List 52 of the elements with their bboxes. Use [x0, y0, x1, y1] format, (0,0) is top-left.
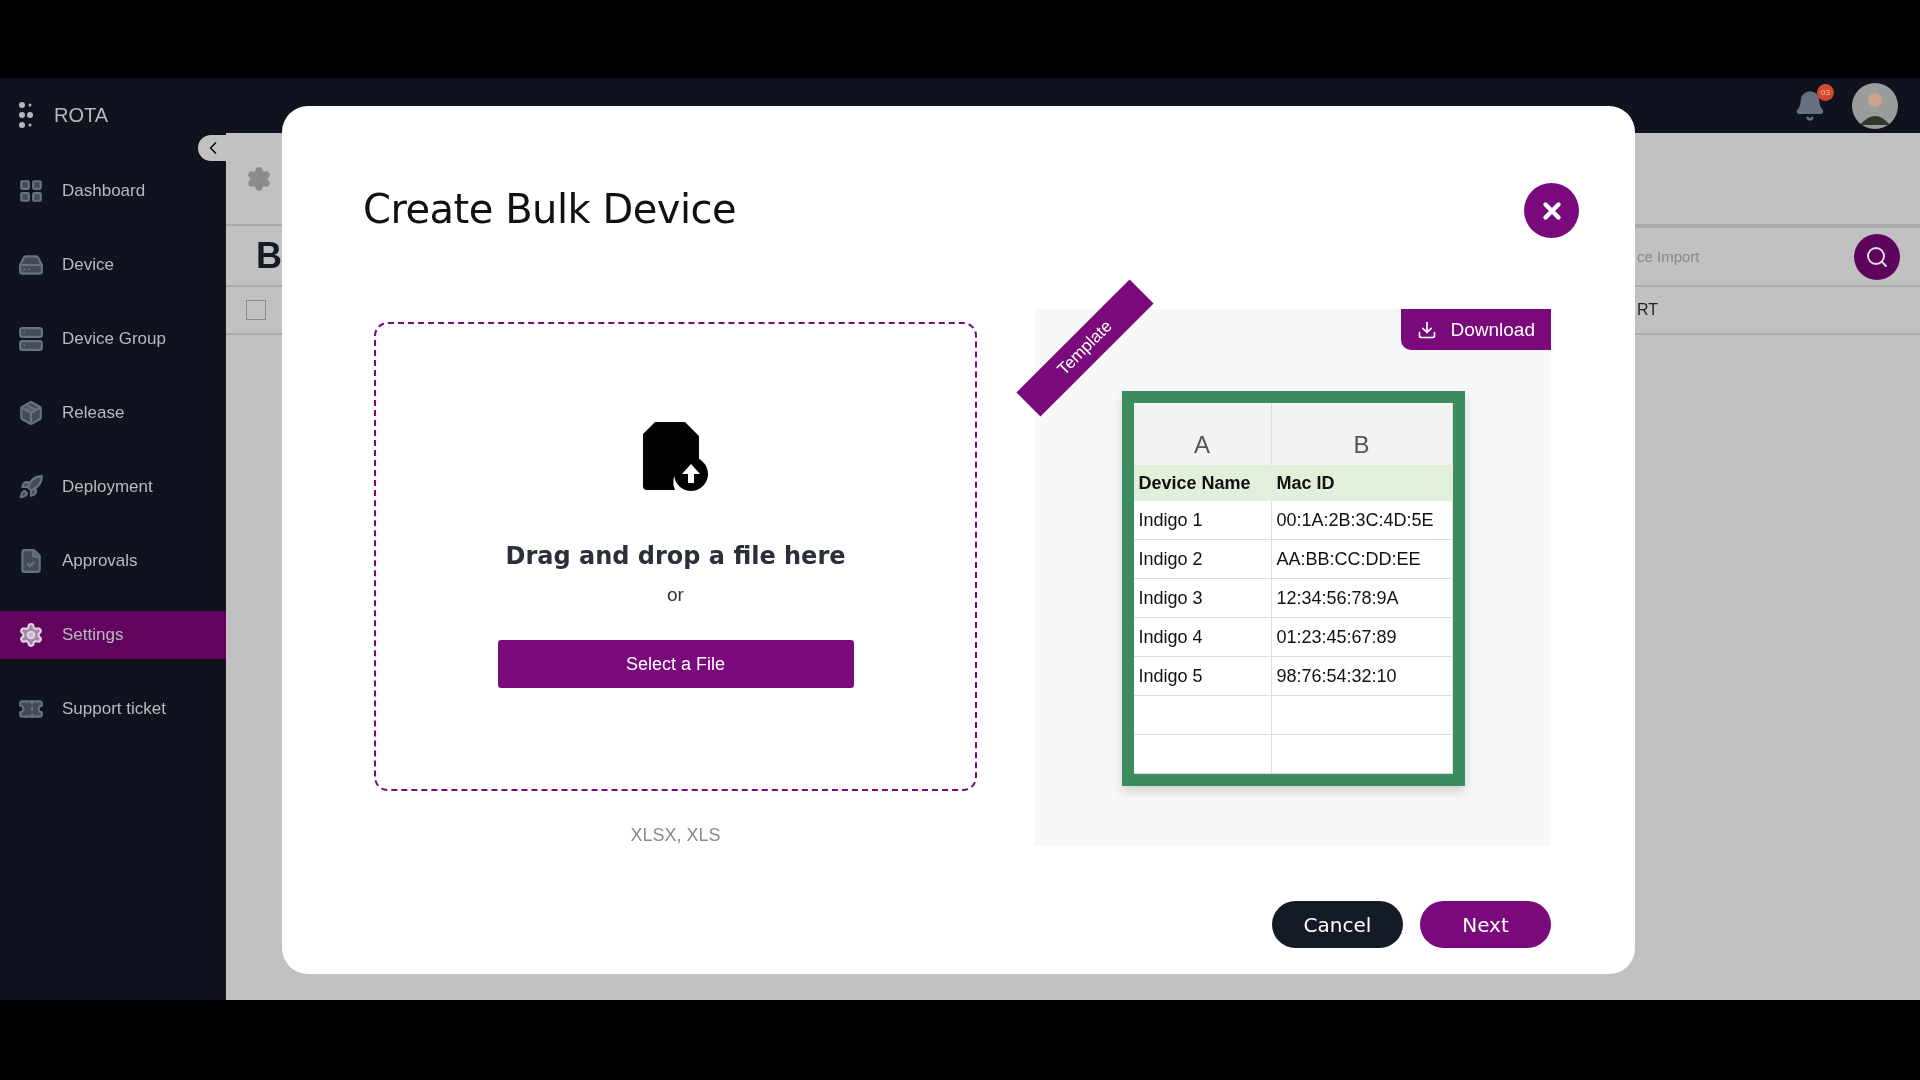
header-cell: Device Name	[1133, 465, 1272, 501]
sidebar-item[interactable]: Dashboard	[0, 167, 226, 215]
gear-icon	[18, 622, 44, 648]
table-cell: Indigo 4	[1133, 618, 1272, 657]
table-cell: 98:76:54:32:10	[1271, 657, 1453, 696]
column-letter: B	[1271, 403, 1453, 465]
table-cell: 00:1A:2B:3C:4D:5E	[1271, 501, 1453, 540]
avatar[interactable]	[1852, 82, 1898, 129]
search-icon	[1865, 244, 1889, 269]
sidebar-item[interactable]: Support ticket	[0, 685, 226, 733]
document-icon	[18, 548, 44, 574]
brand-name: ROTA	[54, 103, 109, 127]
rocket-icon	[18, 474, 44, 500]
or-text: or	[667, 584, 684, 606]
table-cell: Indigo 5	[1133, 657, 1272, 696]
column-header: RT	[1637, 301, 1660, 319]
sidebar-item[interactable]: Approvals	[0, 537, 226, 585]
notification-badge: 03	[1817, 83, 1834, 101]
drop-prompt: Drag and drop a file here	[505, 542, 846, 570]
download-button[interactable]: Download	[1400, 309, 1551, 350]
table-cell: Indigo 3	[1133, 579, 1272, 618]
sidebar-item[interactable]: Deployment	[0, 463, 226, 511]
page-title: B	[256, 234, 282, 277]
sidebar-item[interactable]: Device Group	[0, 315, 226, 363]
table-cell: 01:23:45:67:89	[1271, 618, 1453, 657]
grid-icon	[18, 178, 44, 204]
download-icon	[1416, 319, 1437, 340]
gear-icon	[246, 165, 272, 192]
table-cell: Indigo 2	[1133, 540, 1272, 579]
sidebar-item[interactable]: Device	[0, 241, 226, 289]
table-cell: 12:34:56:78:9A	[1271, 579, 1453, 618]
file-formats: XLSX, XLS	[630, 825, 721, 846]
next-button[interactable]: Next	[1420, 901, 1551, 948]
collapse-button[interactable]	[198, 135, 228, 161]
table-cell: AA:BB:CC:DD:EE	[1271, 540, 1453, 579]
column-letter: A	[1133, 403, 1272, 465]
close-button[interactable]	[1524, 183, 1579, 238]
sidebar-item[interactable]: Release	[0, 389, 226, 437]
dialog-title: Create Bulk Device	[363, 186, 737, 232]
cancel-button[interactable]: Cancel	[1272, 901, 1403, 948]
drop-zone[interactable]: Drag and drop a file here or Select a File	[374, 322, 977, 791]
search-button[interactable]	[1854, 233, 1900, 280]
header-cell: Mac ID	[1271, 465, 1453, 501]
table-cell: Indigo 1	[1133, 501, 1272, 540]
box-icon	[18, 400, 44, 426]
file-upload-icon	[640, 420, 711, 492]
drive-icon	[18, 252, 44, 278]
dots-icon	[18, 102, 34, 128]
select-file-button[interactable]: Select a File	[497, 640, 854, 688]
checkbox[interactable]	[246, 300, 266, 320]
server-icon	[18, 326, 44, 352]
sidebar-item[interactable]: Settings	[0, 611, 226, 659]
